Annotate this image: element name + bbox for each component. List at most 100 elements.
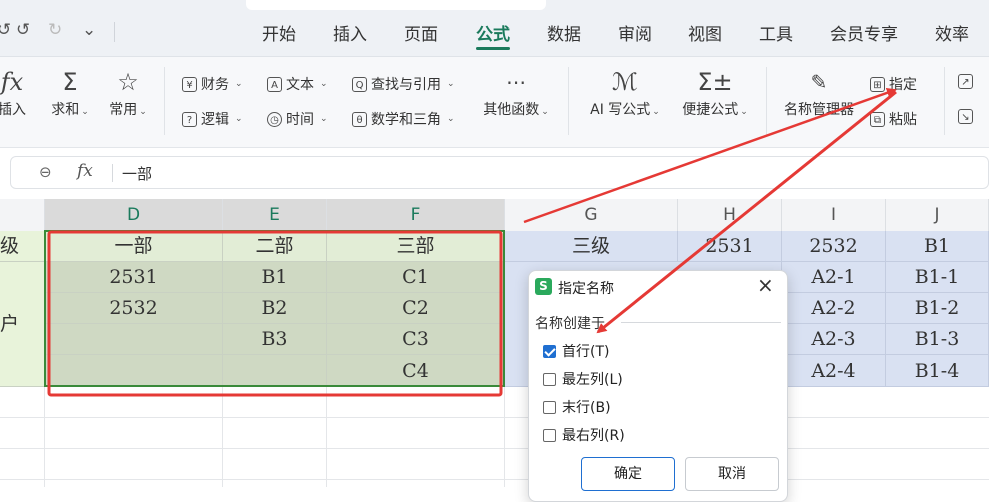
math-functions-button[interactable]: θ 数学和三角 ⌄	[352, 109, 455, 129]
paste-name-label: 粘贴	[889, 112, 917, 128]
name-manager-label: 名称管理器	[784, 102, 854, 118]
formula-divider	[112, 164, 113, 182]
ribbon-divider-4	[944, 67, 945, 135]
cell-i5[interactable]: A2-4	[782, 355, 886, 387]
ok-button[interactable]: 确定	[581, 457, 675, 491]
cell-j3[interactable]: B1-2	[886, 293, 989, 324]
selection-border	[44, 230, 505, 387]
checkbox-icon[interactable]	[543, 400, 556, 414]
option-top-row[interactable]: 首行(T)	[543, 341, 609, 361]
lookup-icon: Q	[352, 76, 367, 92]
trace-precedents-button[interactable]: ↗	[958, 74, 973, 89]
define-grid-icon: ⊞	[870, 76, 885, 92]
app-logo-icon: S	[535, 278, 552, 295]
cell-i4[interactable]: A2-3	[782, 324, 886, 355]
fx-icon: ƒx	[0, 68, 24, 96]
grid-line	[222, 387, 223, 487]
cell-i1[interactable]: 2532	[782, 231, 886, 262]
redo-icon[interactable]: ↻	[48, 20, 62, 40]
cell-j2[interactable]: B1-1	[886, 262, 989, 293]
finance-button[interactable]: ¥ 财务 ⌄	[182, 74, 243, 94]
active-tab-indicator	[476, 47, 510, 50]
checkbox-icon[interactable]	[543, 428, 556, 442]
cell-c-level[interactable]: 级	[0, 231, 45, 262]
column-header-e[interactable]: E	[223, 199, 327, 231]
formula-bar: ⊖ fx 一部	[10, 156, 989, 189]
star-icon: ☆	[117, 68, 139, 96]
cell-i3[interactable]: A2-2	[782, 293, 886, 324]
other-functions-button[interactable]: ⋯ 其他函数 ⌄	[478, 65, 554, 119]
insert-function-button[interactable]: ƒx 插入	[0, 65, 32, 119]
checkbox-icon[interactable]	[543, 372, 556, 386]
tab-review[interactable]: 审阅	[618, 20, 652, 45]
tab-tools[interactable]: 工具	[759, 20, 793, 45]
math-icon: θ	[352, 111, 367, 127]
undo-icon-2[interactable]: ↺	[16, 20, 30, 40]
yen-icon: ¥	[182, 76, 197, 92]
cancel-button[interactable]: 取消	[685, 457, 779, 491]
option-right-column-label: 最右列(R)	[562, 428, 625, 444]
formula-input[interactable]: 一部	[122, 163, 152, 184]
column-header-d[interactable]: D	[45, 199, 223, 231]
checkbox-checked-icon[interactable]	[543, 344, 556, 358]
quick-formula-label: 便捷公式	[682, 102, 739, 118]
text-functions-button[interactable]: A 文本 ⌄	[267, 74, 328, 94]
define-name-button[interactable]: ⊞ 指定	[870, 74, 917, 94]
grid-line	[0, 479, 989, 480]
tab-data[interactable]: 数据	[547, 20, 581, 45]
common-functions-button[interactable]: ☆ 常用 ⌄	[104, 65, 152, 119]
option-left-column[interactable]: 最左列(L)	[543, 369, 623, 389]
define-name-dialog: S 指定名称 × 名称创建于 首行(T) 最左列(L) 末行(B) 最右列(R)…	[528, 270, 788, 502]
tab-home[interactable]: 开始	[262, 20, 296, 45]
tab-efficiency[interactable]: 效率	[935, 20, 969, 45]
ribbon-divider	[164, 67, 165, 135]
column-header-h[interactable]: H	[678, 199, 782, 231]
tab-view[interactable]: 视图	[688, 20, 722, 45]
cell-g1[interactable]: 三级	[505, 231, 678, 262]
undo-icon[interactable]: ↺	[0, 20, 11, 40]
column-header-c[interactable]	[0, 199, 45, 231]
dialog-title: 指定名称	[558, 281, 614, 297]
autosum-button[interactable]: Σ 求和 ⌄	[46, 65, 94, 119]
ai-formula-button[interactable]: ℳ AI 写公式 ⌄	[586, 65, 664, 119]
cell-j1[interactable]: B1	[886, 231, 989, 262]
tab-formulas[interactable]: 公式	[476, 20, 510, 45]
paste-name-button[interactable]: ⧉ 粘贴	[870, 109, 917, 129]
name-manager-button[interactable]: ✎ 名称管理器	[778, 65, 860, 119]
column-header-j[interactable]: J	[886, 199, 989, 231]
lookup-functions-label: 查找与引用	[371, 77, 441, 93]
spreadsheet-grid[interactable]: D E F G H I J 级 户 一部 二部 三部 2531 B1 C1 25…	[0, 199, 989, 487]
trace-dependents-icon: ↘	[958, 109, 973, 124]
column-header-i[interactable]: I	[782, 199, 886, 231]
tab-member[interactable]: 会员专享	[830, 20, 898, 45]
option-bottom-row[interactable]: 末行(B)	[543, 397, 611, 417]
ai-formula-label: AI 写公式	[590, 102, 651, 118]
sigma-icon: Σ	[62, 68, 78, 96]
quick-access-divider	[114, 22, 115, 42]
cell-j4[interactable]: B1-3	[886, 324, 989, 355]
fx-label[interactable]: fx	[77, 161, 93, 181]
option-top-row-label: 首行(T)	[562, 344, 610, 360]
autosum-label: 求和	[51, 102, 80, 118]
more-functions-icon: ⋯	[506, 70, 526, 94]
cell-i2[interactable]: A2-1	[782, 262, 886, 293]
column-header-f[interactable]: F	[327, 199, 505, 231]
close-icon[interactable]: ×	[757, 275, 774, 295]
option-right-column[interactable]: 最右列(R)	[543, 425, 625, 445]
quick-formula-button[interactable]: Σ± 便捷公式 ⌄	[676, 65, 754, 119]
trace-dependents-button[interactable]: ↘	[958, 109, 973, 124]
document-tab-stub[interactable]	[246, 0, 546, 10]
time-functions-button[interactable]: ◷ 时间 ⌄	[267, 109, 328, 129]
zoom-icon[interactable]: ⊖	[39, 163, 52, 181]
lookup-functions-button[interactable]: Q 查找与引用 ⌄	[352, 74, 455, 94]
quick-access-more-icon[interactable]: ⌄	[82, 20, 96, 40]
column-header-g[interactable]: G	[505, 199, 678, 231]
ribbon-divider-2	[568, 67, 569, 135]
trace-icon: ↗	[958, 74, 973, 89]
tab-insert[interactable]: 插入	[333, 20, 367, 45]
cell-j5[interactable]: B1-4	[886, 355, 989, 387]
cell-h1[interactable]: 2531	[678, 231, 782, 262]
logic-button[interactable]: ? 逻辑 ⌄	[182, 109, 243, 129]
cell-c-merged[interactable]: 户	[0, 262, 45, 387]
tab-page[interactable]: 页面	[404, 20, 438, 45]
